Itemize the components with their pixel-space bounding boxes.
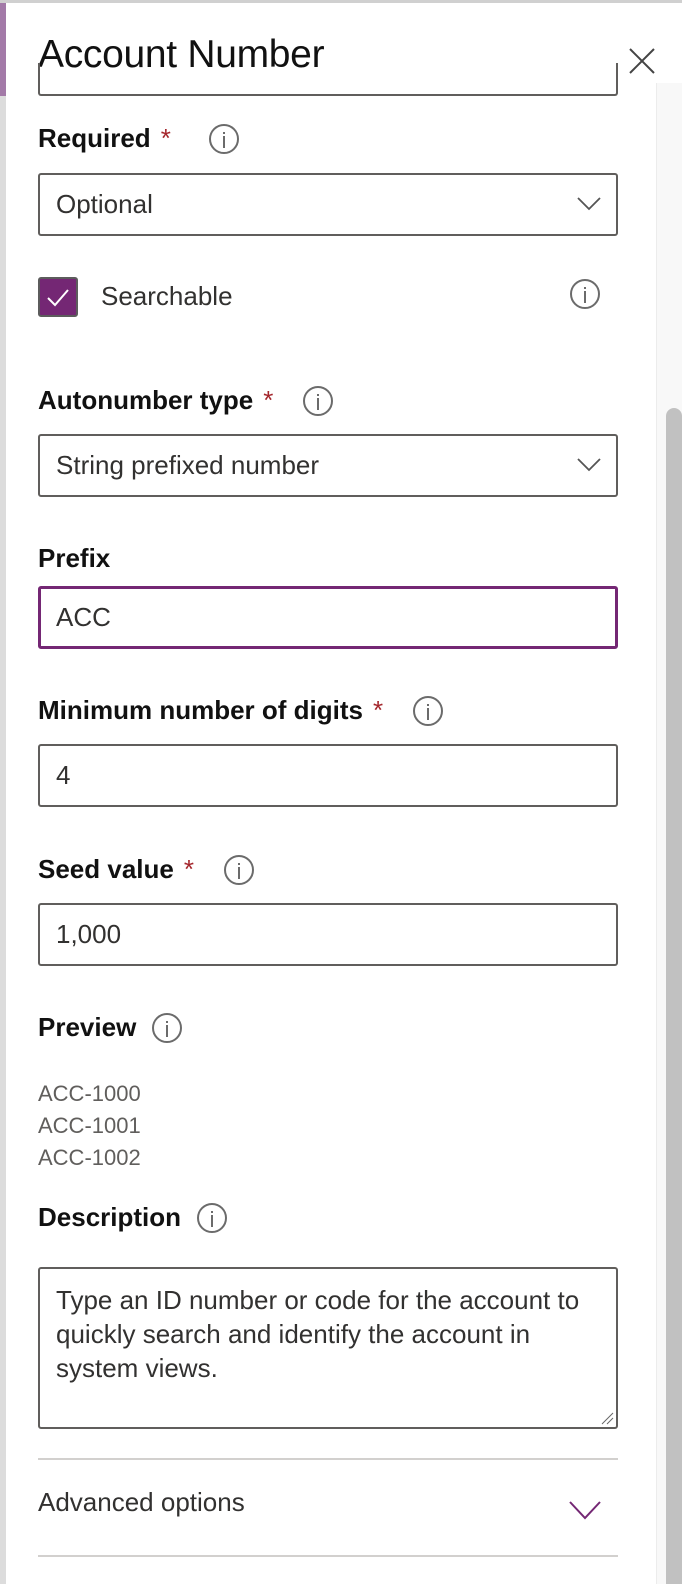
required-asterisk: * (263, 385, 274, 415)
preview-item: ACC-1002 (38, 1145, 141, 1170)
advanced-options-toggle[interactable]: Advanced options (38, 1487, 245, 1518)
seed-value-label-text: Seed value (38, 854, 174, 884)
info-icon[interactable] (570, 279, 600, 309)
preview-label: Preview (38, 1012, 183, 1043)
previous-field-input[interactable] (38, 63, 618, 96)
autonumber-type-value: String prefixed number (56, 450, 320, 480)
required-label-text: Required (38, 123, 151, 153)
checkmark-icon (47, 289, 69, 307)
required-asterisk: * (160, 123, 171, 153)
chevron-down-icon (577, 197, 601, 211)
required-label: Required * (38, 123, 239, 154)
preview-label-text: Preview (38, 1012, 137, 1042)
required-asterisk: * (373, 695, 384, 725)
min-digits-label: Minimum number of digits * (38, 695, 444, 726)
min-digits-value: 4 (56, 760, 71, 790)
field-properties-panel: Account Number Required * Optional Searc… (6, 3, 682, 1584)
description-label-text: Description (38, 1202, 182, 1232)
close-icon[interactable] (626, 45, 658, 77)
autonumber-type-dropdown[interactable]: String prefixed number (38, 434, 618, 497)
prefix-input-value: ACC (56, 602, 111, 632)
info-icon[interactable] (303, 385, 334, 416)
divider (38, 1458, 618, 1460)
info-icon[interactable] (208, 123, 239, 154)
seed-value-label: Seed value * (38, 854, 254, 885)
autonumber-type-label: Autonumber type * (38, 385, 334, 416)
searchable-label: Searchable (101, 281, 233, 311)
searchable-checkbox[interactable] (38, 277, 78, 317)
info-icon[interactable] (152, 1012, 183, 1043)
divider (38, 1555, 618, 1557)
prefix-input[interactable]: ACC (38, 586, 618, 649)
prefix-label-text: Prefix (38, 543, 111, 573)
resize-grip-icon[interactable] (600, 1411, 614, 1425)
preview-item: ACC-1000 (38, 1081, 141, 1106)
description-label: Description (38, 1202, 228, 1233)
scrollbar-thumb[interactable] (666, 408, 682, 1584)
required-dropdown[interactable]: Optional (38, 173, 618, 236)
info-icon[interactable] (223, 854, 254, 885)
info-icon[interactable] (413, 695, 444, 726)
chevron-down-icon[interactable] (568, 1499, 602, 1521)
description-text: Type an ID number or code for the accoun… (56, 1285, 580, 1383)
preview-item: ACC-1001 (38, 1113, 141, 1138)
chevron-down-icon (577, 458, 601, 472)
prefix-label: Prefix (38, 543, 110, 574)
required-asterisk: * (183, 854, 194, 884)
min-digits-label-text: Minimum number of digits (38, 695, 363, 725)
autonumber-type-label-text: Autonumber type (38, 385, 254, 415)
required-dropdown-value: Optional (56, 189, 153, 219)
min-digits-input[interactable]: 4 (38, 744, 618, 807)
seed-value-input[interactable]: 1,000 (38, 903, 618, 966)
description-textarea[interactable]: Type an ID number or code for the accoun… (38, 1267, 618, 1429)
seed-value-value: 1,000 (56, 919, 122, 949)
info-icon[interactable] (197, 1202, 228, 1233)
